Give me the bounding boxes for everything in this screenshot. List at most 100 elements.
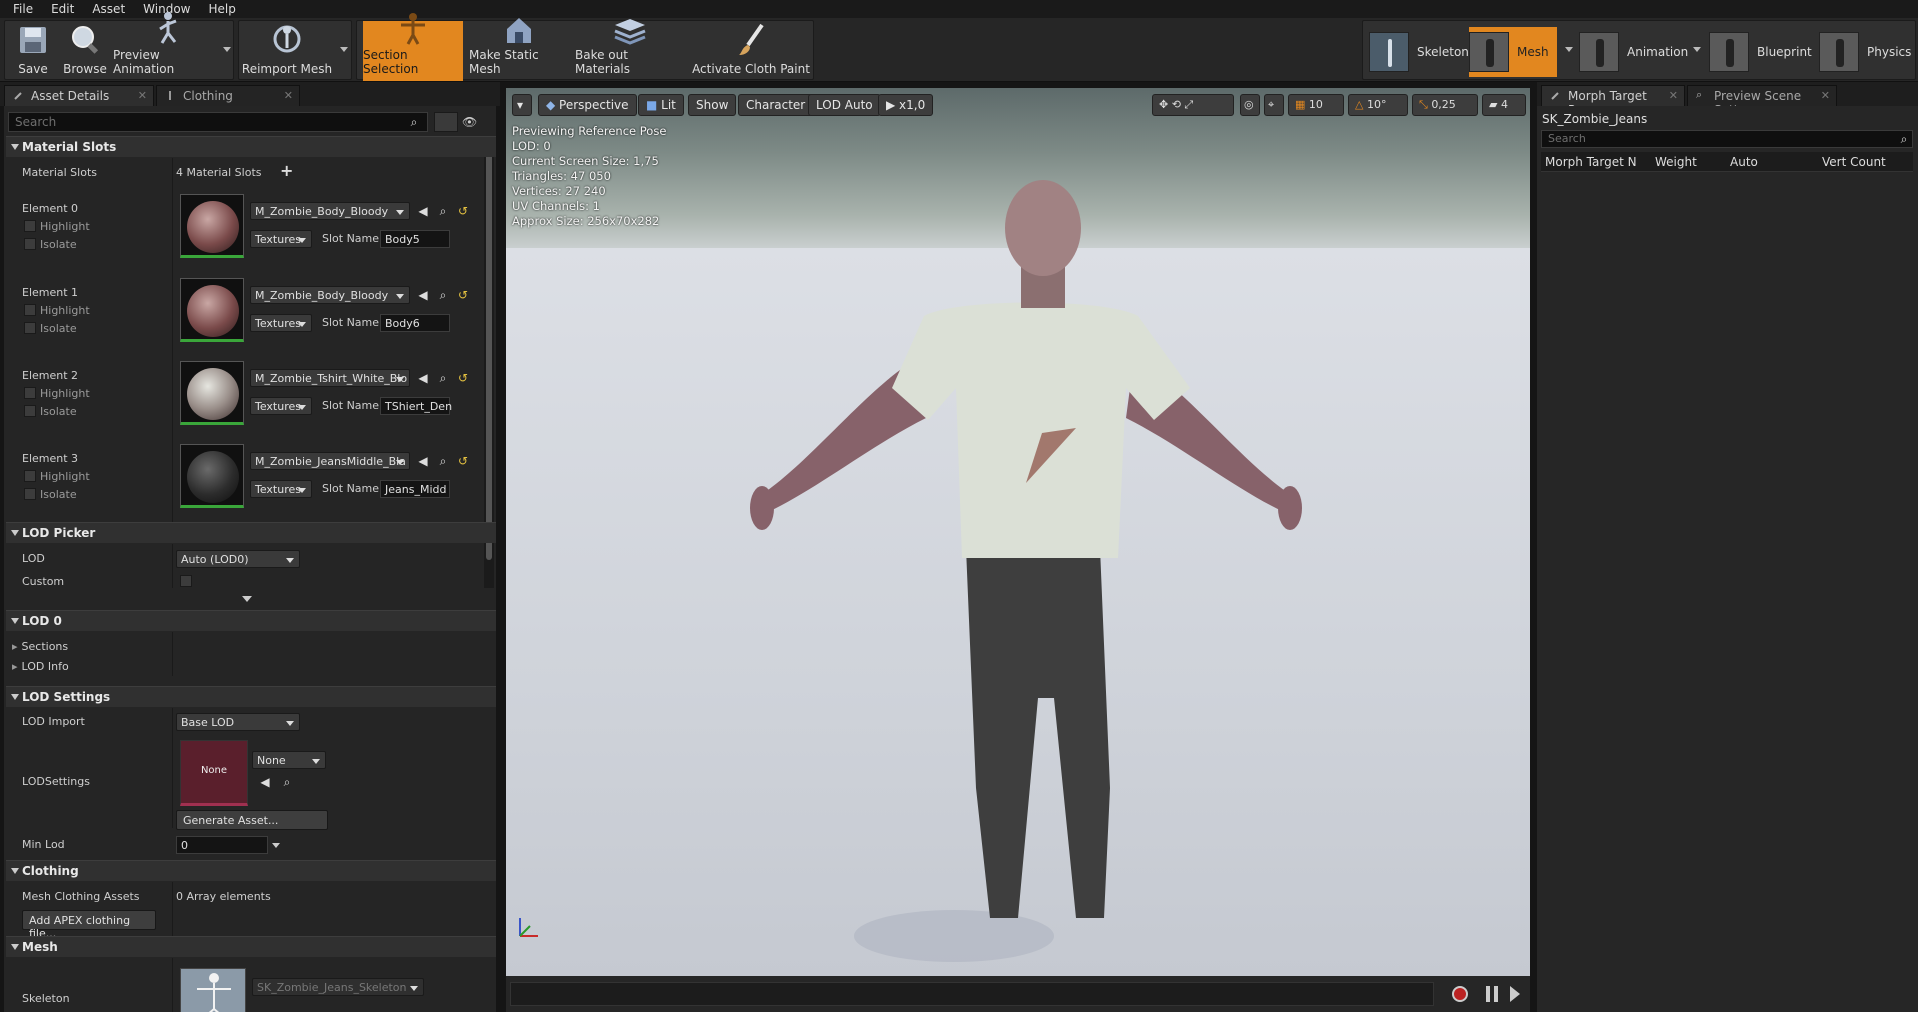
activate-cloth-paint-button[interactable]: Activate Cloth Paint <box>691 21 811 81</box>
record-icon[interactable] <box>1452 986 1468 1002</box>
close-icon[interactable]: ✕ <box>1669 89 1678 102</box>
column-weight[interactable]: Weight <box>1651 152 1726 171</box>
viewport[interactable]: ▾ ◆ Perspective ■ Lit Show Character LOD… <box>506 88 1530 976</box>
highlight-checkbox[interactable] <box>24 387 36 399</box>
make-static-mesh-button[interactable]: Make Static Mesh <box>469 18 569 81</box>
playback-speed-button[interactable]: ▶ x1,0 <box>878 94 934 116</box>
browse-asset-icon[interactable]: ⌕ <box>436 371 450 385</box>
generate-asset-button[interactable]: Generate Asset... <box>176 810 328 830</box>
surface-snap-icon[interactable]: ⌖ <box>1264 94 1284 116</box>
slot-name-input[interactable]: Jeans_Midd <box>380 480 450 498</box>
section-mesh[interactable]: Mesh <box>6 936 496 957</box>
expand-arrow-icon[interactable] <box>242 596 252 602</box>
column-auto[interactable]: Auto <box>1726 152 1818 171</box>
add-apex-clothing-button[interactable]: Add APEX clothing file... <box>22 910 156 940</box>
use-selected-arrow-icon[interactable]: ◀ <box>258 775 272 789</box>
highlight-checkbox[interactable] <box>24 470 36 482</box>
reset-icon[interactable]: ↺ <box>456 371 470 385</box>
skeleton-thumbnail[interactable] <box>180 968 246 1012</box>
mode-physics[interactable]: Physics <box>1819 27 1911 77</box>
reimport-dropdown-icon[interactable] <box>340 47 348 52</box>
lodsettings-combo[interactable]: None <box>252 751 326 769</box>
reset-icon[interactable]: ↺ <box>456 204 470 218</box>
grid-snap-control[interactable]: ▦ 10 <box>1288 94 1344 116</box>
section-lod0[interactable]: LOD 0 <box>6 610 496 631</box>
textures-dropdown[interactable]: Textures <box>250 480 312 498</box>
material-thumbnail[interactable] <box>180 361 244 425</box>
material-thumbnail[interactable] <box>180 278 244 342</box>
menu-file[interactable]: File <box>6 2 40 16</box>
isolate-checkbox[interactable] <box>24 238 36 250</box>
section-lod-settings[interactable]: LOD Settings <box>6 686 496 707</box>
browse-asset-icon[interactable]: ⌕ <box>436 204 450 218</box>
browse-asset-icon[interactable]: ⌕ <box>280 775 294 789</box>
character-button[interactable]: Character <box>738 94 814 116</box>
menu-help[interactable]: Help <box>201 2 242 16</box>
min-lod-dropdown-icon[interactable] <box>272 843 280 848</box>
close-icon[interactable]: ✕ <box>138 89 147 102</box>
material-combo[interactable]: M_Zombie_Body_Bloody <box>250 202 410 220</box>
textures-dropdown[interactable]: Textures <box>250 230 312 248</box>
mesh-dropdown-icon[interactable] <box>1565 47 1573 52</box>
bake-out-materials-button[interactable]: Bake out Materials <box>575 19 685 81</box>
morph-search-input[interactable]: Search <box>1541 130 1913 148</box>
menu-asset[interactable]: Asset <box>85 2 132 16</box>
textures-dropdown[interactable]: Textures <box>250 314 312 332</box>
tab-preview-scene-settings[interactable]: ⌕ Preview Scene Sett✕ <box>1687 85 1837 117</box>
show-button[interactable]: Show <box>688 94 737 116</box>
details-search-input[interactable]: Search <box>8 112 428 132</box>
reset-icon[interactable]: ↺ <box>456 454 470 468</box>
preview-animation-dropdown-icon[interactable] <box>223 47 231 52</box>
lodsettings-thumbnail[interactable]: None <box>180 740 248 806</box>
slot-name-input[interactable]: TShiert_Den <box>380 397 452 415</box>
viewport-options-button[interactable]: ▾ <box>512 94 532 116</box>
scale-snap-control[interactable]: ⤡ 0,25 <box>1412 94 1478 116</box>
reset-icon[interactable]: ↺ <box>456 288 470 302</box>
min-lod-input[interactable]: 0 <box>176 836 268 854</box>
material-thumbnail[interactable] <box>180 444 244 508</box>
zombie-character-mesh[interactable] <box>506 88 1530 976</box>
tab-clothing[interactable]: Clothing ✕ <box>156 85 300 106</box>
pause-icon[interactable] <box>1486 986 1498 1002</box>
highlight-checkbox[interactable] <box>24 304 36 316</box>
mode-skeleton[interactable]: Skeleton <box>1369 27 1469 77</box>
use-selected-arrow-icon[interactable]: ◀ <box>416 204 430 218</box>
reimport-mesh-button[interactable]: Reimport Mesh <box>241 21 333 81</box>
perspective-button[interactable]: ◆ Perspective <box>538 94 637 116</box>
step-forward-icon[interactable] <box>1510 986 1520 1002</box>
use-selected-arrow-icon[interactable]: ◀ <box>416 371 430 385</box>
isolate-checkbox[interactable] <box>24 488 36 500</box>
world-space-icon[interactable]: ◎ <box>1240 94 1260 116</box>
column-morph-target-name[interactable]: Morph Target N <box>1541 152 1651 171</box>
material-combo[interactable]: M_Zombie_Body_Bloody <box>250 286 410 304</box>
browse-asset-icon[interactable]: ⌕ <box>436 454 450 468</box>
material-combo[interactable]: M_Zombie_Tshirt_White_Blo <box>250 369 410 387</box>
animation-dropdown-icon[interactable] <box>1693 47 1701 52</box>
isolate-checkbox[interactable] <box>24 405 36 417</box>
lod-import-dropdown[interactable]: Base LOD <box>176 713 300 731</box>
tab-morph-target-preview[interactable]: Morph Target Prev✕ <box>1541 85 1685 117</box>
rotation-snap-control[interactable]: △ 10° <box>1348 94 1408 116</box>
mode-animation[interactable]: Animation <box>1579 27 1688 77</box>
custom-checkbox[interactable] <box>180 575 192 587</box>
highlight-checkbox[interactable] <box>24 220 36 232</box>
details-scrollbar[interactable] <box>484 138 494 588</box>
use-selected-arrow-icon[interactable]: ◀ <box>416 454 430 468</box>
lod-auto-button[interactable]: LOD Auto <box>808 94 881 116</box>
camera-speed-control[interactable]: ▰ 4 <box>1482 94 1526 116</box>
slot-name-input[interactable]: Body5 <box>380 230 450 248</box>
mode-mesh[interactable]: Mesh <box>1469 27 1557 77</box>
use-selected-arrow-icon[interactable]: ◀ <box>416 288 430 302</box>
browse-button[interactable]: Browse <box>59 21 111 81</box>
preview-animation-button[interactable]: Preview Animation <box>113 12 223 81</box>
material-combo[interactable]: M_Zombie_JeansMiddle_Bla <box>250 452 410 470</box>
section-material-slots[interactable]: Material Slots <box>6 136 496 157</box>
isolate-checkbox[interactable] <box>24 322 36 334</box>
section-selection-button[interactable]: Section Selection <box>363 13 463 81</box>
lod-dropdown[interactable]: Auto (LOD0) <box>176 550 300 568</box>
view-list-icon[interactable] <box>434 112 458 132</box>
lod-info-row[interactable]: ▸ LOD Info <box>12 660 69 673</box>
timeline-scrubber[interactable] <box>510 982 1434 1006</box>
textures-dropdown[interactable]: Textures <box>250 397 312 415</box>
section-lod-picker[interactable]: LOD Picker <box>6 522 496 543</box>
